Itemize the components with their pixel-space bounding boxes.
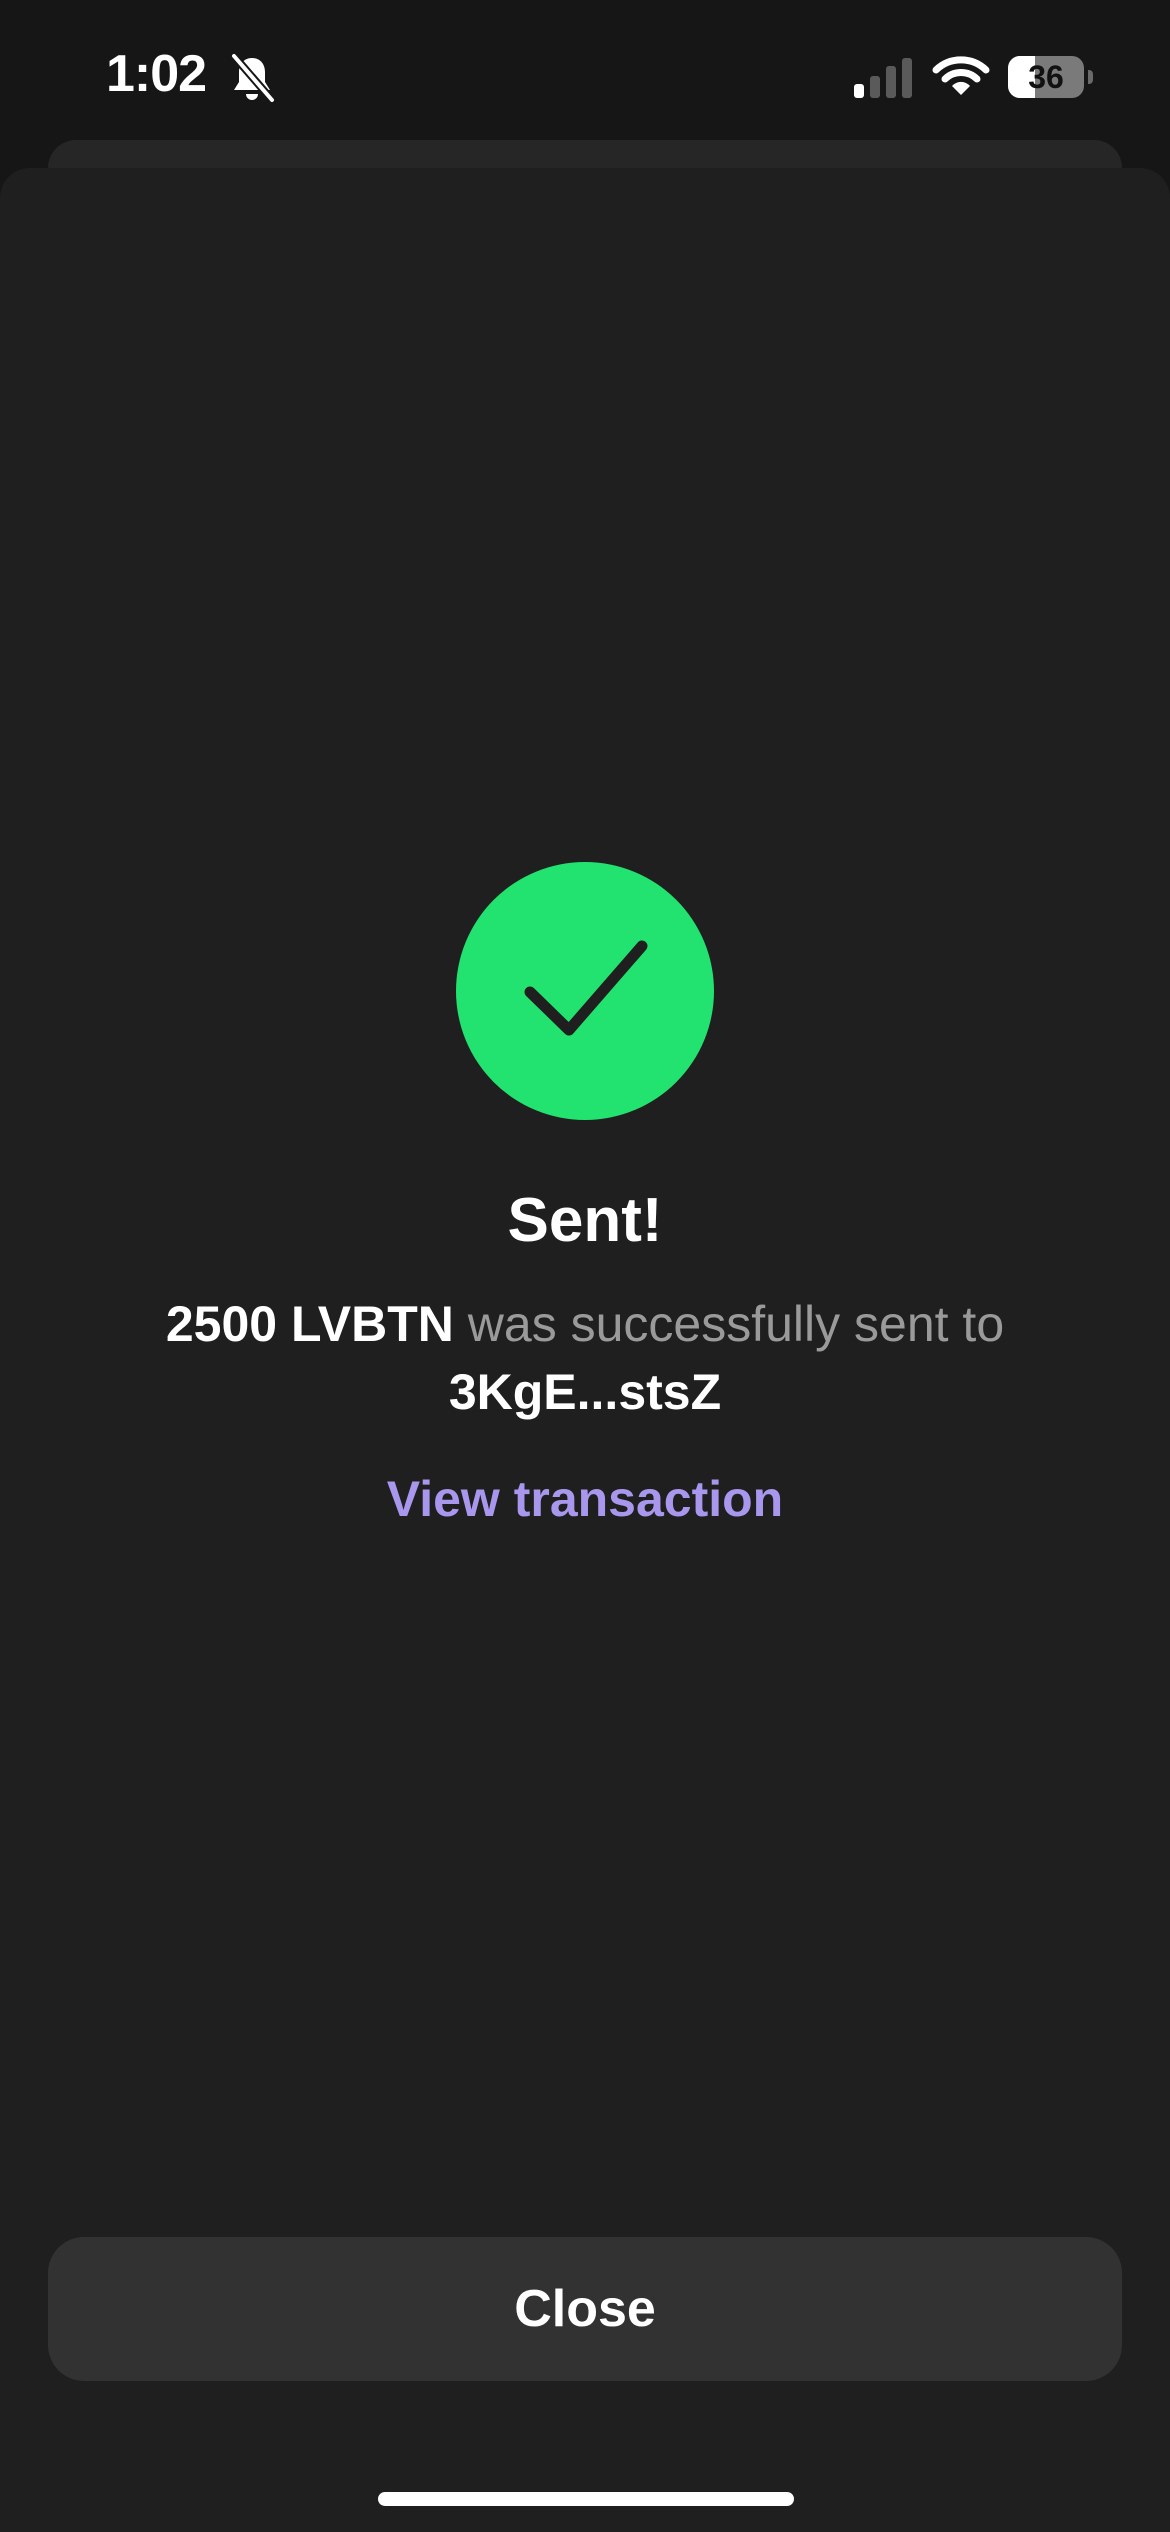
recipient-address: 3KgE...stsZ	[448, 1364, 722, 1420]
battery-tip	[1088, 70, 1093, 84]
home-indicator[interactable]	[378, 2492, 794, 2506]
status-time: 1:02	[106, 45, 207, 103]
checkmark-icon	[524, 940, 648, 1036]
sent-amount: 2500 LVBTN	[165, 1296, 454, 1352]
success-badge	[456, 862, 714, 1120]
battery-body: 36	[1008, 56, 1084, 98]
battery-level: 36	[1028, 59, 1064, 95]
success-message: 2500 LVBTN was successfully sent to 3KgE…	[140, 1290, 1030, 1426]
view-transaction-link[interactable]: View transaction	[335, 1470, 835, 1528]
success-title: Sent!	[507, 1186, 663, 1255]
battery-icon: 36	[1008, 56, 1093, 98]
screen: 1:02 36 Sent! 2500 LVBTN was successfull…	[0, 0, 1170, 2532]
message-text: was successfully sent to	[453, 1296, 1005, 1352]
cellular-signal-icon	[854, 58, 912, 98]
close-button[interactable]: Close	[48, 2237, 1122, 2381]
wifi-icon	[932, 56, 990, 95]
status-bar: 1:02 36	[0, 0, 1170, 140]
bell-slash-icon	[230, 52, 276, 104]
